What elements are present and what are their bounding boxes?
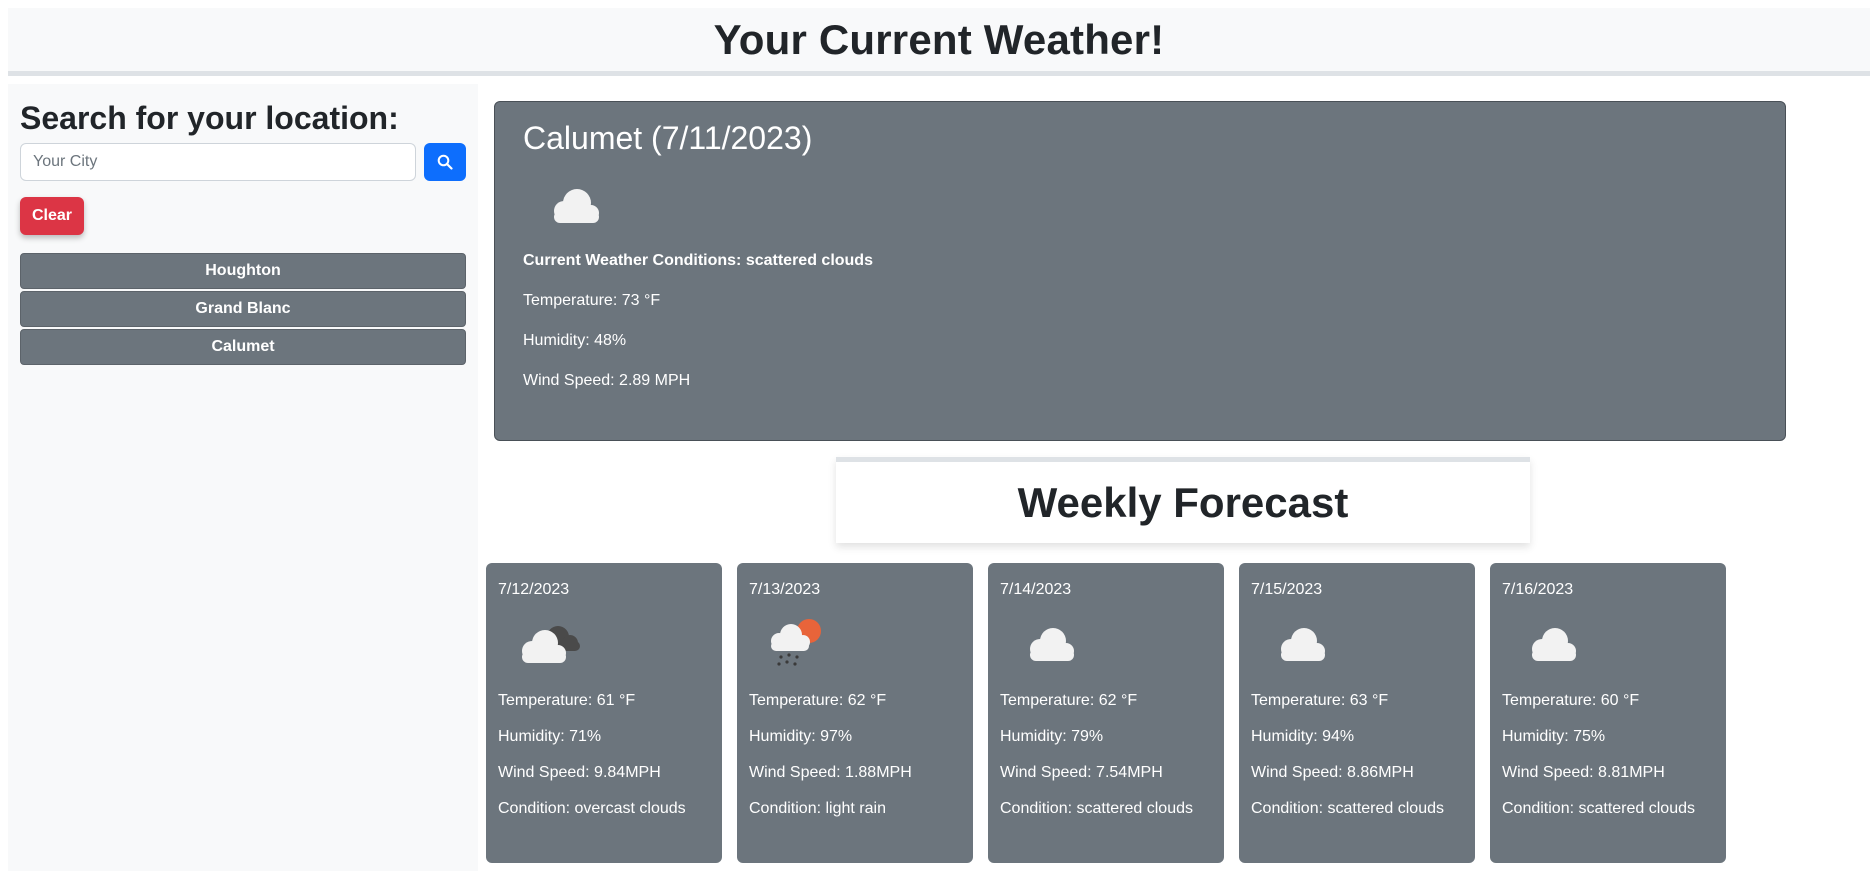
forecast-condition: Condition: overcast clouds bbox=[498, 800, 686, 817]
forecast-date: 7/13/2023 bbox=[749, 581, 821, 598]
current-weather-card: Calumet (7/11/2023) Current Weather Cond… bbox=[494, 101, 1786, 441]
forecast-wind-speed: Wind Speed: 1.88MPH bbox=[749, 764, 912, 781]
page-title: Your Current Weather! bbox=[713, 15, 1165, 63]
search-heading: Search for your location: bbox=[20, 100, 399, 136]
history-item-houghton[interactable]: Houghton bbox=[20, 253, 466, 289]
forecast-card: 7/16/2023 Temperature: 60 °F Humidity: 7… bbox=[1490, 563, 1726, 863]
forecast-date: 7/16/2023 bbox=[1502, 581, 1574, 598]
forecast-condition: Condition: scattered clouds bbox=[1251, 800, 1444, 817]
city-search-input[interactable] bbox=[20, 143, 417, 181]
forecast-card: 7/12/2023 Temperature: 61 °F Humidity: 7… bbox=[486, 563, 722, 863]
forecast-wind-speed: Wind Speed: 8.81MPH bbox=[1502, 764, 1665, 781]
forecast-humidity: Humidity: 97% bbox=[749, 728, 853, 745]
current-conditions: Current Weather Conditions: scattered cl… bbox=[523, 252, 873, 269]
cloud-icon bbox=[1532, 628, 1576, 661]
history-item-grand-blanc[interactable]: Grand Blanc bbox=[20, 291, 466, 327]
forecast-humidity: Humidity: 71% bbox=[498, 728, 602, 745]
forecast-humidity: Humidity: 79% bbox=[1000, 728, 1104, 745]
forecast-heading: Weekly Forecast bbox=[1017, 478, 1349, 526]
page-header: Your Current Weather! bbox=[8, 8, 1870, 76]
search-button[interactable] bbox=[424, 143, 466, 181]
forecast-temperature: Temperature: 63 °F bbox=[1251, 692, 1389, 709]
forecast-humidity: Humidity: 75% bbox=[1502, 728, 1606, 745]
forecast-card: 7/13/2023 Temperature: 62 °F Humidity: 9… bbox=[737, 563, 973, 863]
forecast-date: 7/14/2023 bbox=[1000, 581, 1072, 598]
forecast-condition: Condition: scattered clouds bbox=[1502, 800, 1695, 817]
forecast-wind-speed: Wind Speed: 8.86MPH bbox=[1251, 764, 1414, 781]
forecast-card: 7/15/2023 Temperature: 63 °F Humidity: 9… bbox=[1239, 563, 1475, 863]
forecast-date: 7/12/2023 bbox=[498, 581, 570, 598]
forecast-card: 7/14/2023 Temperature: 62 °F Humidity: 7… bbox=[988, 563, 1224, 863]
forecast-temperature: Temperature: 62 °F bbox=[749, 692, 887, 709]
forecast-header: Weekly Forecast bbox=[836, 457, 1530, 543]
cloud-icon bbox=[1030, 628, 1074, 661]
search-icon bbox=[437, 154, 453, 170]
forecast-temperature: Temperature: 62 °F bbox=[1000, 692, 1138, 709]
forecast-wind-speed: Wind Speed: 9.84MPH bbox=[498, 764, 661, 781]
current-temperature: Temperature: 73 °F bbox=[523, 292, 661, 309]
cloud-icon bbox=[554, 189, 599, 223]
forecast-temperature: Temperature: 60 °F bbox=[1502, 692, 1640, 709]
current-city-title: Calumet (7/11/2023) bbox=[523, 120, 813, 156]
forecast-humidity: Humidity: 94% bbox=[1251, 728, 1355, 745]
forecast-date: 7/15/2023 bbox=[1251, 581, 1323, 598]
search-sidebar: Search for your location: Clear Houghton… bbox=[8, 84, 478, 871]
forecast-condition: Condition: scattered clouds bbox=[1000, 800, 1193, 817]
history-item-calumet[interactable]: Calumet bbox=[20, 329, 466, 365]
forecast-wind-speed: Wind Speed: 7.54MPH bbox=[1000, 764, 1163, 781]
search-row bbox=[20, 143, 466, 181]
clear-button[interactable]: Clear bbox=[20, 197, 84, 235]
light-rain-icon bbox=[771, 619, 821, 666]
overcast-clouds-icon bbox=[522, 626, 580, 663]
current-humidity: Humidity: 48% bbox=[523, 332, 627, 349]
forecast-condition: Condition: light rain bbox=[749, 800, 886, 817]
current-wind-speed: Wind Speed: 2.89 MPH bbox=[523, 372, 691, 389]
search-history-list: Houghton Grand Blanc Calumet bbox=[20, 253, 466, 365]
forecast-temperature: Temperature: 61 °F bbox=[498, 692, 636, 709]
cloud-icon bbox=[1281, 628, 1325, 661]
